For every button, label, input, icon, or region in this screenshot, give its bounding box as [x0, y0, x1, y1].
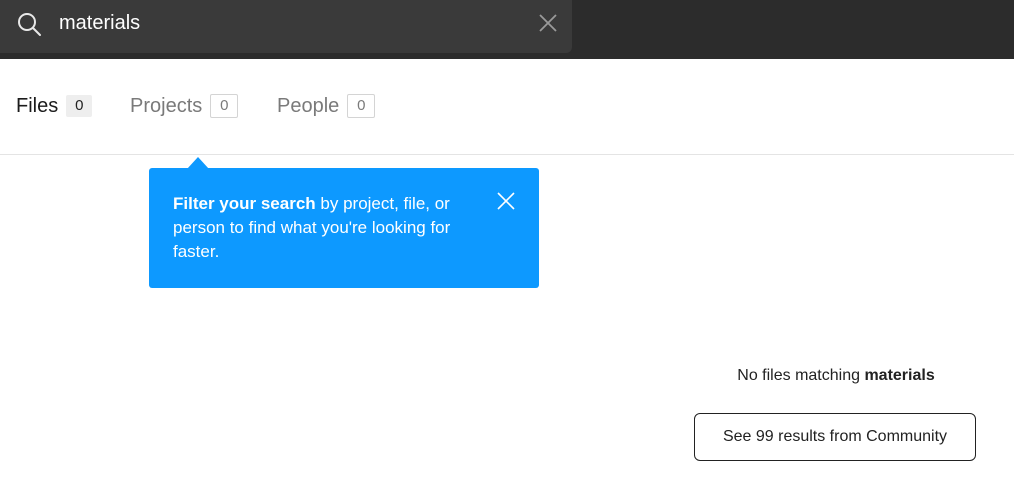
search-icon	[18, 13, 41, 36]
tab-count-badge: 0	[347, 94, 376, 118]
search-input[interactable]	[59, 8, 519, 38]
tab-count-badge: 0	[210, 94, 239, 118]
tab-label: People	[277, 94, 340, 117]
search-box[interactable]	[0, 0, 572, 53]
tab-people[interactable]: People 0	[277, 92, 376, 120]
see-community-results-button[interactable]: See 99 results from Community	[694, 413, 976, 461]
filter-tip-tooltip: Filter your search by project, file, or …	[149, 168, 539, 288]
tabs-divider	[0, 154, 1014, 155]
tab-files[interactable]: Files 0	[16, 92, 93, 120]
tab-label: Files	[16, 94, 59, 117]
tooltip-text: Filter your search by project, file, or …	[173, 192, 483, 264]
empty-state-prefix: No files matching	[737, 367, 865, 384]
empty-state-query: materials	[864, 367, 935, 384]
tab-count-badge: 0	[66, 95, 93, 117]
close-icon[interactable]	[496, 191, 516, 211]
top-bar	[0, 0, 1014, 59]
empty-state-message: No files matching materials	[700, 367, 972, 385]
tab-label: Projects	[130, 94, 203, 117]
close-icon[interactable]	[537, 12, 559, 34]
tab-projects[interactable]: Projects 0	[130, 92, 239, 120]
tooltip-bold-text: Filter your search	[173, 194, 316, 213]
